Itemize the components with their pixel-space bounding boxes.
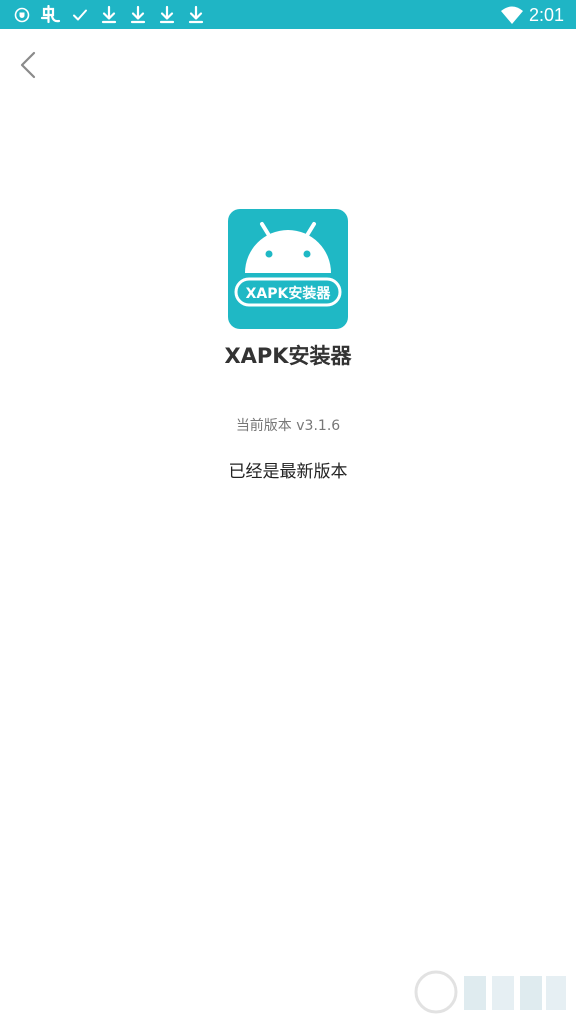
android-icon: XAPK安装器 xyxy=(234,222,342,307)
wifi-icon xyxy=(501,6,523,24)
about-screen: 2:01 XAPK安装器 XAPK安装器 当前版本 v3.1.6 已经是最新版本 xyxy=(0,0,576,1024)
update-status: 已经是最新版本 xyxy=(228,462,348,482)
download-icon xyxy=(130,5,146,24)
app-notification-icon xyxy=(40,5,61,24)
status-time: 2:01 xyxy=(528,5,564,25)
download-icon xyxy=(101,5,117,24)
app-name: XAPK安装器 xyxy=(224,344,352,368)
shield-icon xyxy=(14,7,30,23)
status-bar: 2:01 xyxy=(0,0,576,29)
app-logo: XAPK安装器 xyxy=(228,209,348,329)
back-button[interactable] xyxy=(10,45,50,85)
version-info: 当前版本 v3.1.6 xyxy=(0,416,576,436)
chevron-left-icon xyxy=(20,51,36,79)
download-icon xyxy=(188,5,204,24)
app-logo-label: XAPK安装器 xyxy=(246,285,332,302)
check-icon xyxy=(73,9,87,21)
watermark-logo xyxy=(414,970,566,1014)
download-icon xyxy=(159,5,175,24)
version-label: 当前版本 xyxy=(235,418,292,434)
version-number: v3.1.6 xyxy=(296,418,341,434)
